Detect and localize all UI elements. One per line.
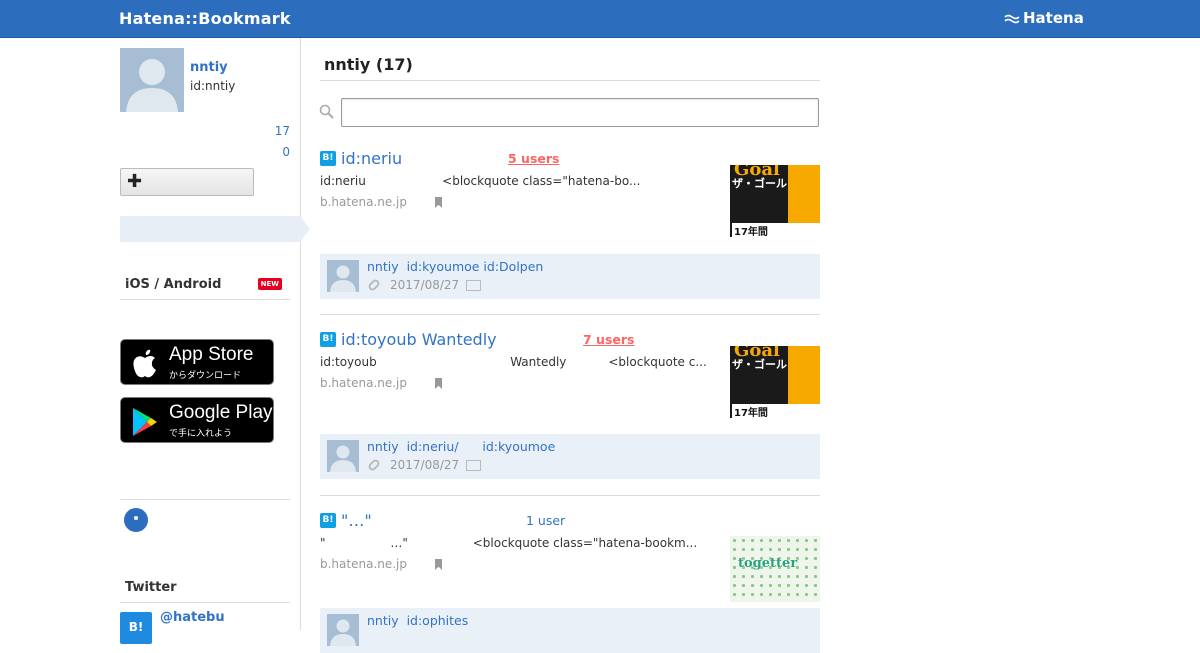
header-bar: Hatena::Bookmark Hatena <box>0 0 1200 38</box>
entry-domain-link[interactable]: b.hatena.ne.jp <box>320 195 407 209</box>
entry-title-link[interactable]: id:neriu <box>341 149 402 168</box>
hatena-brand-label: Hatena <box>1023 9 1084 27</box>
bookmark-add-icon[interactable] <box>435 197 442 208</box>
twitter-avatar[interactable]: B! <box>120 612 152 644</box>
sidebar-divider <box>300 38 301 630</box>
hatena-bookmark-logo[interactable]: Hatena::Bookmark <box>119 9 291 28</box>
entry-thumbnail[interactable]: togetter <box>730 536 820 602</box>
new-badge: NEW <box>257 278 282 290</box>
google-play-icon <box>133 408 157 436</box>
comment-date: 2017/08/27 <box>390 458 460 472</box>
entry-title-link[interactable]: "…" <box>341 511 372 530</box>
sidebar-separator <box>120 499 290 500</box>
title-divider <box>320 80 820 81</box>
thumbnail-text-title: ザ・ゴール <box>732 358 787 371</box>
entry-thumbnail[interactable]: Goal ザ・ゴール 17年間 <box>730 165 820 237</box>
commenter-avatar[interactable] <box>327 260 359 292</box>
hatena-wave-icon <box>1004 14 1020 24</box>
entry-thumbnail[interactable]: Goal ザ・ゴール 17年間 <box>730 346 820 418</box>
app-store-button[interactable]: App Store からダウンロード <box>120 339 274 385</box>
app-store-sublabel: からダウンロード <box>169 371 242 381</box>
entry-divider <box>320 314 820 315</box>
entry-users-count[interactable]: 5 users <box>508 151 559 166</box>
entry-domain-link[interactable]: b.hatena.ne.jp <box>320 376 407 390</box>
commenter-avatar[interactable] <box>327 440 359 472</box>
entry-divider <box>320 495 820 496</box>
comment-date: 2017/08/27 <box>390 278 460 292</box>
page-title: nntiy (17) <box>324 55 413 74</box>
comment-users[interactable]: nntiy id:kyoumoe id:Dolpen <box>367 259 543 274</box>
twitter-heading: Twitter <box>120 580 290 603</box>
default-avatar-icon <box>330 265 356 292</box>
image-icon[interactable] <box>466 280 481 291</box>
bookmark-count-link[interactable]: 17 <box>250 124 290 138</box>
bookmark-entry: B! "…" 1 user " …" <blockquote class="ha… <box>320 511 820 653</box>
apps-heading-label: iOS / Android <box>125 277 222 292</box>
plus-icon: ✚ <box>127 171 143 192</box>
thumbnail-text-years: 17年間 <box>732 223 820 237</box>
bookmark-add-icon[interactable] <box>435 378 442 389</box>
bookmark-entry: B! id:toyoub Wantedly 7 users id:toyoub … <box>320 330 820 480</box>
entry-description: id:toyoub Wantedly <blockquote c... <box>320 355 707 369</box>
thumbnail-text-title: ザ・ゴール <box>732 177 787 190</box>
thumbnail-text-years: 17年間 <box>732 404 820 418</box>
entry-description: id:neriu <blockquote class="hatena-bo... <box>320 174 641 188</box>
permalink-icon[interactable] <box>366 277 382 293</box>
follower-count-link[interactable]: 0 <box>250 145 290 159</box>
comment-users[interactable]: nntiy id:neriu/ id:kyoumoe <box>367 439 555 454</box>
thumbnail-text-togetter: togetter <box>738 556 798 571</box>
sidebar-tab-arrow <box>300 216 310 242</box>
image-icon[interactable] <box>466 460 481 471</box>
search-input[interactable] <box>341 98 819 127</box>
entry-domain-link[interactable]: b.hatena.ne.jp <box>320 557 407 571</box>
search-icon <box>319 104 334 119</box>
sidebar-active-tab[interactable] <box>120 216 300 242</box>
entry-description: " …" <blockquote class="hatena-bookm... <box>320 536 698 550</box>
twitter-heading-label: Twitter <box>125 580 177 595</box>
bookmark-badge-icon[interactable]: B! <box>320 513 336 528</box>
bookmark-entry: B! id:neriu 5 users id:neriu <blockquote… <box>320 149 820 299</box>
entry-users-count[interactable]: 1 user <box>526 513 565 528</box>
default-avatar-icon <box>126 59 178 112</box>
profile-name-link[interactable]: nntiy <box>190 60 228 75</box>
follow-button[interactable]: ✚ <box>120 168 254 196</box>
info-icon[interactable] <box>124 508 148 532</box>
twitter-handle-link[interactable]: @hatebu <box>160 610 225 625</box>
apps-heading: iOS / Android NEW <box>120 277 290 300</box>
bookmark-add-icon[interactable] <box>435 559 442 570</box>
comment-box: nntiy id:neriu/ id:kyoumoe 2017/08/27 <box>320 434 820 479</box>
google-play-button[interactable]: Google Play で手に入れよう <box>120 397 274 443</box>
comment-box: nntiy id:kyoumoe id:Dolpen 2017/08/27 <box>320 254 820 299</box>
permalink-icon[interactable] <box>366 457 382 473</box>
apple-icon <box>133 349 156 378</box>
bookmark-badge-icon[interactable]: B! <box>320 151 336 166</box>
user-avatar[interactable] <box>120 48 184 112</box>
default-avatar-icon <box>330 445 356 472</box>
comment-users[interactable]: nntiy id:ophites <box>367 613 468 628</box>
app-store-label: App Store <box>169 344 254 365</box>
google-play-sublabel: で手に入れよう <box>169 429 233 439</box>
google-play-label: Google Play <box>169 402 273 423</box>
default-avatar-icon <box>330 619 356 646</box>
comment-box: nntiy id:ophites <box>320 608 820 653</box>
commenter-avatar[interactable] <box>327 614 359 646</box>
hatena-brand-link[interactable]: Hatena <box>1004 9 1084 27</box>
entry-users-count[interactable]: 7 users <box>583 332 634 347</box>
entry-title-link[interactable]: id:toyoub Wantedly <box>341 330 497 349</box>
profile-id: id:nntiy <box>190 79 236 93</box>
bookmark-badge-icon[interactable]: B! <box>320 332 336 347</box>
